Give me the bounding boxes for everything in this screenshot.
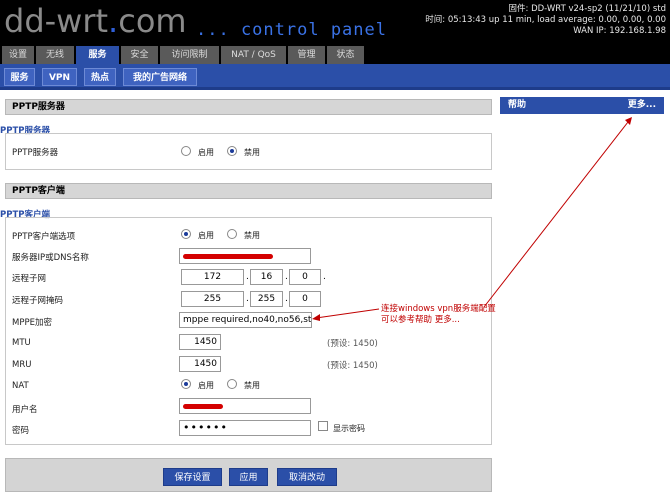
arrow-head-mppe xyxy=(312,314,320,321)
arrow-to-mppe xyxy=(315,308,380,319)
arrow-to-help-more xyxy=(483,121,629,308)
annotation-arrows xyxy=(312,117,632,321)
